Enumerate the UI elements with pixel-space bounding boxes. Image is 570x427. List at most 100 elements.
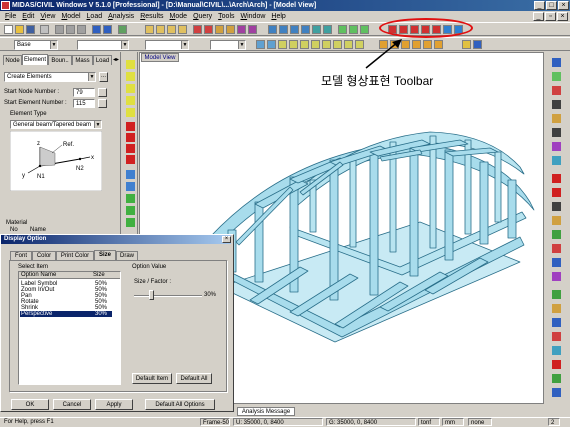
top-view-icon[interactable]: [349, 25, 358, 34]
status-page[interactable]: 2: [548, 418, 560, 426]
column-option-name[interactable]: Option Name: [21, 272, 56, 278]
zoom-window-vertical-icon[interactable]: [126, 72, 135, 81]
start-node-input[interactable]: 79: [73, 88, 95, 97]
menu-tools[interactable]: Tools: [215, 11, 237, 22]
stress-icon[interactable]: [412, 40, 421, 49]
analysis-message-tab[interactable]: Analysis Message: [237, 407, 295, 416]
tab-scroll-arrows[interactable]: ◂▸: [112, 56, 120, 64]
load-group-select[interactable]: ▼: [145, 40, 189, 50]
right-tool-17-icon[interactable]: [552, 290, 561, 299]
tab-node[interactable]: Node: [3, 55, 22, 65]
right-tool-9-icon[interactable]: [552, 174, 561, 183]
view-side-icon[interactable]: [126, 206, 135, 215]
view-top-icon[interactable]: [126, 182, 135, 191]
right-tool-1-icon[interactable]: [552, 58, 561, 67]
grid-icon[interactable]: [145, 25, 154, 34]
menu-window[interactable]: Window: [238, 11, 269, 22]
mode-select[interactable]: Create Elements ▼: [4, 72, 96, 82]
redo-icon[interactable]: [103, 25, 112, 34]
right-tool-10-icon[interactable]: [552, 188, 561, 197]
tab-mass[interactable]: Mass: [72, 55, 93, 65]
tab-boundary[interactable]: Boun..: [48, 55, 72, 65]
right-tool-24-icon[interactable]: [552, 388, 561, 397]
copy-icon[interactable]: [66, 25, 75, 34]
menu-query[interactable]: Query: [190, 11, 215, 22]
structure-group-select[interactable]: Base ▼: [14, 40, 58, 50]
view-front-icon[interactable]: [126, 194, 135, 203]
cut-icon[interactable]: [55, 25, 64, 34]
boundary-group-select[interactable]: ▼: [77, 40, 129, 50]
right-tool-2-icon[interactable]: [552, 72, 561, 81]
default-item-button[interactable]: Default Item: [132, 373, 172, 384]
rotate-icon[interactable]: [323, 25, 332, 34]
element-type-select[interactable]: General beam/Tapered beam ▼: [10, 120, 102, 129]
tab-load[interactable]: Load: [93, 55, 112, 65]
view-iso-icon[interactable]: [126, 170, 135, 179]
tab-size[interactable]: Size: [94, 250, 116, 260]
view-angle-icon[interactable]: [126, 218, 135, 227]
right-tool-5-icon[interactable]: [552, 114, 561, 123]
spring-icon[interactable]: [344, 40, 353, 49]
start-node-button[interactable]: [98, 88, 107, 97]
list-item-selected[interactable]: Perspective 30%: [20, 311, 112, 317]
mdi-minimize-icon[interactable]: _: [533, 12, 544, 21]
menu-file[interactable]: File: [2, 11, 19, 22]
maximize-icon[interactable]: □: [546, 1, 557, 10]
status-force-unit[interactable]: tonf: [418, 418, 440, 426]
undo-icon[interactable]: [92, 25, 101, 34]
default-all-button[interactable]: Default All: [176, 373, 212, 384]
animation-icon[interactable]: [434, 40, 443, 49]
right-tool-14-icon[interactable]: [552, 244, 561, 253]
right-tool-20-icon[interactable]: [552, 332, 561, 341]
size-slider-thumb[interactable]: [149, 290, 154, 300]
pan-vertical-icon[interactable]: [126, 108, 135, 117]
tab-element[interactable]: Element: [22, 54, 48, 65]
right-tool-21-icon[interactable]: [552, 346, 561, 355]
save-icon[interactable]: [26, 25, 35, 34]
mode-options-button[interactable]: ...: [99, 72, 108, 82]
node-icon[interactable]: [193, 25, 202, 34]
right-tool-23-icon[interactable]: [552, 374, 561, 383]
tab-draw[interactable]: Draw: [116, 251, 138, 260]
zoom-fit-icon[interactable]: [268, 25, 277, 34]
support-icon[interactable]: [333, 40, 342, 49]
lock-icon[interactable]: [462, 40, 471, 49]
element-number-icon[interactable]: [289, 40, 298, 49]
zoom-out-vertical-icon[interactable]: [126, 96, 135, 105]
node-number-icon[interactable]: [278, 40, 287, 49]
status-length-unit[interactable]: mm: [442, 418, 464, 426]
right-tool-22-icon[interactable]: [552, 360, 561, 369]
right-tool-6-icon[interactable]: [552, 128, 561, 137]
menu-results[interactable]: Results: [137, 11, 166, 22]
status-snap[interactable]: none: [468, 418, 492, 426]
mdi-close-icon[interactable]: ×: [557, 12, 568, 21]
thickness-icon[interactable]: [322, 40, 331, 49]
start-element-button[interactable]: [98, 99, 107, 108]
front-view-icon[interactable]: [360, 25, 369, 34]
ok-button[interactable]: OK: [11, 399, 49, 410]
right-tool-15-icon[interactable]: [552, 258, 561, 267]
model-view-tab[interactable]: Model View: [141, 53, 179, 62]
tab-font[interactable]: Font: [10, 251, 32, 260]
element-icon[interactable]: [204, 25, 213, 34]
menu-load[interactable]: Load: [84, 11, 106, 22]
new-file-icon[interactable]: [4, 25, 13, 34]
tab-print-color[interactable]: Print Color: [56, 251, 94, 260]
size-slider-track[interactable]: [134, 295, 202, 297]
zoom-out-icon[interactable]: [301, 25, 310, 34]
menu-edit[interactable]: Edit: [19, 11, 37, 22]
right-tool-7-icon[interactable]: [552, 142, 561, 151]
section-icon[interactable]: [311, 40, 320, 49]
snap2-icon[interactable]: [178, 25, 187, 34]
window-select-icon[interactable]: [237, 25, 246, 34]
minimize-icon[interactable]: _: [534, 1, 545, 10]
activate-icon[interactable]: [256, 40, 265, 49]
filter-select[interactable]: ▼: [210, 40, 246, 50]
polygon-select-icon[interactable]: [248, 25, 257, 34]
inactivate-icon[interactable]: [267, 40, 276, 49]
menu-analysis[interactable]: Analysis: [105, 11, 137, 22]
apply-button[interactable]: Apply: [95, 399, 133, 410]
menu-help[interactable]: Help: [268, 11, 288, 22]
rotate-right-icon[interactable]: [126, 133, 135, 142]
pan-icon[interactable]: [312, 25, 321, 34]
